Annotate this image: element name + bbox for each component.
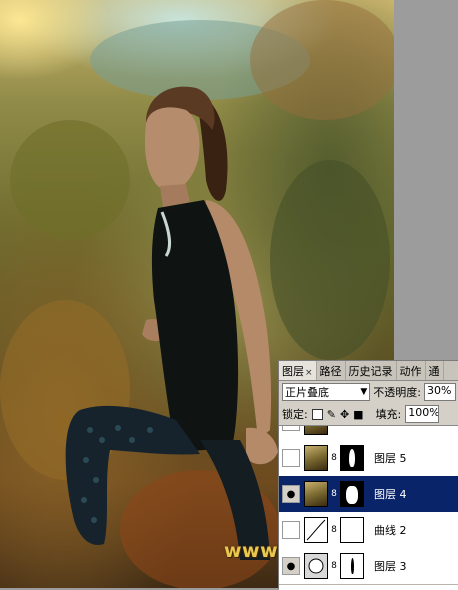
layer-mask-thumbnail[interactable] [340,553,364,579]
chain-link-icon[interactable]: 8 [330,489,338,499]
workspace-background [394,0,458,360]
layer-mask-thumbnail[interactable] [340,445,364,471]
lock-icon[interactable]: ■ [353,409,363,420]
lock-label: 锁定: [282,408,308,421]
chevron-down-icon: ▼ [360,387,368,397]
layer-row-partial[interactable] [279,426,458,441]
lock-row: 锁定: ✎ ✥ ■ 填充: 100% [279,403,458,425]
tab-actions[interactable]: 动作 [397,361,426,380]
layer-thumbnail [304,481,328,507]
layers-panel: 图层× 路径 历史记录 动作 通 正片叠底 ▼ 不透明度: 30% 锁定: ✎ … [278,360,458,590]
mask-shape [349,449,355,467]
eye-icon[interactable]: ● [282,485,300,503]
close-icon[interactable]: × [305,368,313,378]
layer-row-layer3[interactable]: ● 8 图层 3 [279,548,458,585]
layers-list: 8 图层 5 ● 8 图层 4 8 曲线 2 ● 8 图层 3 [279,425,458,590]
layer-row-layer4[interactable]: ● 8 图层 4 [279,476,458,513]
layer-mask-thumbnail[interactable] [340,517,364,543]
opacity-label: 不透明度: [373,386,421,399]
visibility-toggle[interactable] [282,426,300,431]
layer-name: 图层 4 [374,488,407,501]
fill-input[interactable]: 100% [405,405,440,423]
tab-history-label: 历史记录 [348,365,393,378]
layer-row-curves2[interactable]: 8 曲线 2 [279,512,458,549]
layer-mask-thumbnail[interactable] [340,481,364,507]
tab-layers[interactable]: 图层× [279,361,317,380]
tab-actions-label: 动作 [399,365,422,378]
tab-channels[interactable]: 通 [426,361,444,380]
layer-name: 图层 5 [374,452,407,465]
tab-paths[interactable]: 路径 [317,361,346,380]
chain-link-icon[interactable]: 8 [330,561,338,571]
blend-row: 正片叠底 ▼ 不透明度: 30% [279,381,458,403]
curves-adjustment-icon [304,517,328,543]
visibility-toggle[interactable] [282,449,300,467]
tab-channels-label: 通 [428,365,440,378]
opacity-input[interactable]: 30% [423,383,456,401]
chain-link-icon[interactable]: 8 [330,453,338,463]
fill-label: 填充: [375,408,402,421]
layer-name: 曲线 2 [374,524,407,537]
panel-tabs: 图层× 路径 历史记录 动作 通 [279,361,458,381]
blend-mode-value: 正片叠底 [285,386,329,399]
blend-mode-select[interactable]: 正片叠底 ▼ [282,383,371,401]
move-icon[interactable]: ✥ [340,409,349,420]
tab-layers-label: 图层 [282,365,304,378]
mask-shape [346,486,358,504]
eye-icon[interactable]: ● [282,557,300,575]
tab-paths-label: 路径 [319,365,342,378]
layer-name: 图层 3 [374,560,407,573]
brush-icon[interactable]: ✎ [327,409,336,420]
layer-thumbnail [304,445,328,471]
visibility-toggle[interactable] [282,521,300,539]
layer-thumbnail [304,426,328,435]
tab-history[interactable]: 历史记录 [346,361,397,380]
lock-transparent-checkbox[interactable] [311,408,323,420]
layer-row-layer5[interactable]: 8 图层 5 [279,440,458,477]
layer-thumbnail [304,553,328,579]
mask-shape [351,558,354,574]
chain-link-icon[interactable]: 8 [330,525,338,535]
